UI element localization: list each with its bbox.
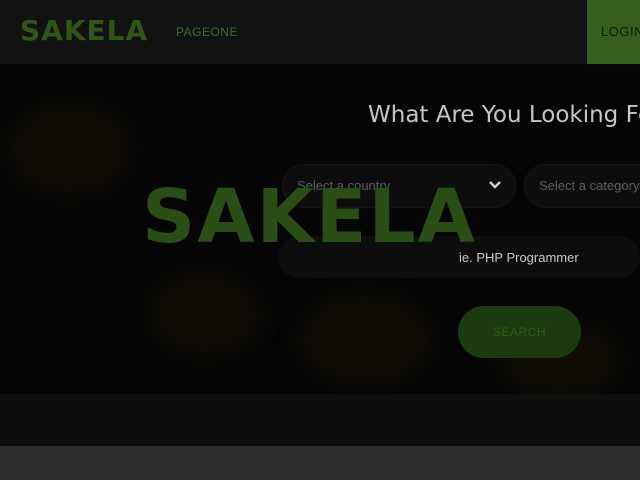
site-logo[interactable]: SAKELA — [20, 14, 148, 47]
hero-title: What Are You Looking For? — [368, 102, 640, 128]
background-blur — [10, 104, 130, 194]
footer-strip — [0, 446, 640, 480]
login-button-label: LOGIN — [601, 24, 640, 39]
section-strip — [0, 394, 640, 446]
login-button[interactable]: LOGIN — [587, 0, 640, 64]
chevron-down-icon — [489, 176, 501, 197]
navbar: SAKELA PAGEONE LOGIN — [0, 0, 640, 64]
logo-watermark: SAKELA — [142, 174, 477, 260]
hero-section: What Are You Looking For? Select a count… — [0, 64, 640, 394]
search-button[interactable]: SEARCH — [458, 306, 581, 358]
background-blur — [150, 274, 260, 354]
category-select-placeholder: Select a category — [539, 178, 640, 193]
background-blur — [300, 294, 430, 384]
category-select[interactable]: Select a category — [524, 164, 640, 208]
nav-link-pageone[interactable]: PAGEONE — [176, 25, 238, 39]
